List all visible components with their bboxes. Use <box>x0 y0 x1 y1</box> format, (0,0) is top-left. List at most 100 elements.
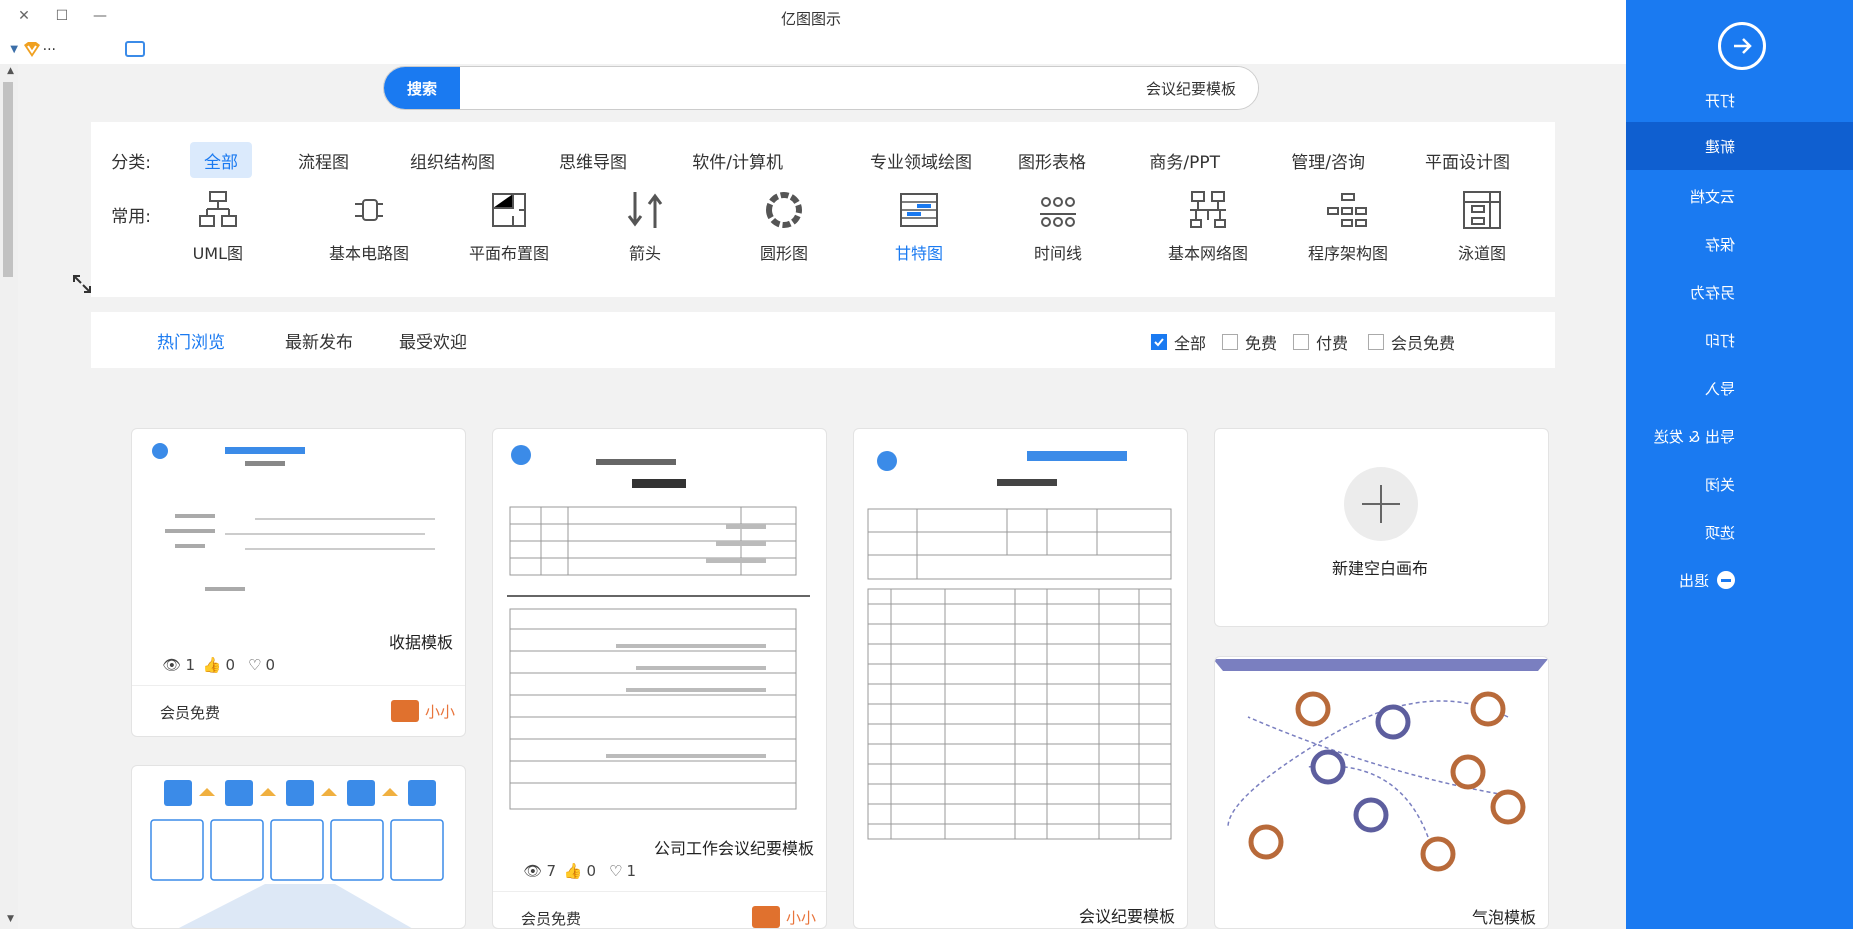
common-circle[interactable]: 圆形图 <box>729 182 839 292</box>
card-title: 新建空白画布 <box>1331 559 1428 578</box>
search-input[interactable] <box>458 67 1258 109</box>
common-arrows[interactable]: 箭头 <box>590 182 700 292</box>
scroll-down-icon[interactable]: ▼ <box>7 914 14 924</box>
category-label: 分类: <box>111 153 151 173</box>
sidebar-item-export[interactable]: 导出 & 发送 <box>1626 412 1853 460</box>
circle-diagram-icon <box>766 192 802 228</box>
filter-all[interactable]: 全部 <box>1150 330 1206 354</box>
like-count[interactable]: 👍 0 <box>564 862 596 880</box>
category-table[interactable]: 图形表格 <box>1004 142 1100 178</box>
like-count[interactable]: 👍 0 <box>203 656 235 674</box>
title-bar: 亿图图示 — ☐ ✕ <box>0 0 1626 36</box>
thumb-up-icon: 👍 <box>202 656 222 674</box>
search-button[interactable]: 搜索 <box>384 67 460 109</box>
expand-icon[interactable] <box>70 272 94 296</box>
template-card-blank[interactable]: 新建空白画布 <box>1214 428 1549 627</box>
category-business-ppt[interactable]: 商务/PPT <box>1135 142 1234 178</box>
app-title: 亿图图示 <box>780 10 841 28</box>
card-title: 气泡模板 <box>1471 908 1536 927</box>
card-title: 收据模板 <box>388 633 453 652</box>
heart-icon: ♡ <box>248 656 262 674</box>
category-software[interactable]: 软件/计算机 <box>678 142 797 178</box>
fav-count[interactable]: ♡ 0 <box>248 656 275 674</box>
sidebar-item-options[interactable]: 选项 <box>1626 508 1853 556</box>
sidebar: 打开 新建 云文档 保存 另存为 打印 导入 导出 & 发送 关闭 选项 退出 <box>1626 0 1853 929</box>
category-graphic-design[interactable]: 平面设计图 <box>1411 142 1524 178</box>
checkbox-icon[interactable] <box>1221 334 1238 350</box>
sidebar-item-print[interactable]: 打印 <box>1626 316 1853 364</box>
uml-icon <box>199 191 237 227</box>
plus-icon[interactable] <box>1344 467 1418 541</box>
template-card-receipt[interactable]: 收据模板 👁 1 👍 0 ♡ 0 小小 会员免费 <box>131 428 466 737</box>
author[interactable]: 小小 <box>751 906 816 928</box>
scroll-thumb[interactable] <box>3 82 13 277</box>
template-card-meeting-b[interactable]: 公司工作会议纪要模板 👁 7 👍 0 ♡ 1 小小 会员免费 <box>492 428 827 929</box>
spoc-thumbnail <box>150 780 444 929</box>
template-card-meeting-a[interactable]: 会议纪要模板 <box>853 428 1188 929</box>
fav-count[interactable]: ♡ 1 <box>609 862 636 880</box>
common-gantt[interactable]: 甘特图 <box>864 182 974 292</box>
timeline-icon <box>1040 197 1076 227</box>
price-label: 会员免费 <box>159 704 220 722</box>
sidebar-item-open[interactable]: 打开 <box>1626 76 1853 124</box>
category-flowchart[interactable]: 流程图 <box>284 142 363 178</box>
common-timeline[interactable]: 时间线 <box>1003 182 1113 292</box>
swimlane-icon <box>1463 191 1501 229</box>
sidebar-item-close[interactable]: 关闭 <box>1626 460 1853 508</box>
feedback-icon[interactable] <box>125 41 145 57</box>
category-professional[interactable]: 专业领域绘图 <box>856 142 986 178</box>
dropdown-arrow-icon[interactable]: ▼ <box>10 44 18 55</box>
sort-hot[interactable]: 热门浏览 <box>157 328 225 353</box>
sidebar-item-exit[interactable]: 退出 <box>1626 556 1853 604</box>
common-floor-plan[interactable]: 平面布置图 <box>454 182 564 292</box>
price-label: 会员免费 <box>520 910 581 928</box>
template-card-bubble[interactable]: 气泡模板 <box>1214 656 1549 929</box>
card-footer: 小小 会员免费 <box>132 685 465 737</box>
circuit-icon <box>355 199 383 221</box>
filter-member-free[interactable]: 会员免费 <box>1367 330 1455 354</box>
checkbox-icon[interactable] <box>1367 334 1384 350</box>
close-icon[interactable]: ✕ <box>12 6 36 26</box>
scroll-up-icon[interactable]: ▲ <box>7 66 14 76</box>
category-org-chart[interactable]: 组织结构图 <box>396 142 509 178</box>
sidebar-item-save-as[interactable]: 另存为 <box>1626 268 1853 316</box>
sidebar-item-import[interactable]: 导入 <box>1626 364 1853 412</box>
card-title: 会议纪要模板 <box>1078 907 1175 926</box>
category-all[interactable]: 全部 <box>190 142 252 178</box>
search-box: 搜索 <box>383 66 1259 110</box>
app-window: 打开 新建 云文档 保存 另存为 打印 导入 导出 & 发送 关闭 选项 退出 … <box>0 0 1853 929</box>
minimize-icon[interactable]: — <box>88 6 112 26</box>
common-uml[interactable]: UML图 <box>163 182 273 292</box>
filter-paid[interactable]: 付费 <box>1292 330 1348 354</box>
checkbox-checked-icon[interactable] <box>1150 334 1167 350</box>
maximize-icon[interactable]: ☐ <box>50 6 74 26</box>
common-program-architecture[interactable]: 程序架构图 <box>1293 182 1403 292</box>
checkbox-icon[interactable] <box>1292 334 1309 350</box>
network-icon <box>1190 191 1226 228</box>
template-card-spoc[interactable] <box>131 765 466 929</box>
common-label: 常用: <box>111 207 151 227</box>
filter-bar: 热门浏览 最新发布 最受欢迎 全部 免费 付费 会员免费 <box>91 312 1555 368</box>
sort-popular[interactable]: 最受欢迎 <box>399 328 467 353</box>
sidebar-item-save[interactable]: 保存 <box>1626 220 1853 268</box>
sidebar-item-cloud[interactable]: 云文档 <box>1626 172 1853 220</box>
main-area: 亿图图示 — ☐ ✕ ... ▼ ▲ ▼ 搜索 分类: 全部 流程图 组织结构图 <box>0 0 1626 929</box>
more-button[interactable]: ... <box>43 38 56 54</box>
common-network[interactable]: 基本网络图 <box>1153 182 1263 292</box>
sidebar-item-new[interactable]: 新建 <box>1626 122 1853 170</box>
author[interactable]: 小小 <box>390 700 455 722</box>
vertical-scrollbar[interactable]: ▲ ▼ <box>0 64 18 929</box>
architecture-icon <box>1327 193 1367 227</box>
category-panel: 分类: 全部 流程图 组织结构图 思维导图 软件/计算机 专业领域绘图 图形表格… <box>91 122 1555 297</box>
category-management[interactable]: 管理/咨询 <box>1277 142 1379 178</box>
common-circuit[interactable]: 基本电路图 <box>314 182 424 292</box>
meeting-doc-thumbnail <box>507 445 810 810</box>
sort-latest[interactable]: 最新发布 <box>285 328 353 353</box>
category-mind-map[interactable]: 思维导图 <box>545 142 641 178</box>
back-arrow-icon[interactable] <box>1718 22 1766 70</box>
filter-free[interactable]: 免费 <box>1221 330 1277 354</box>
meeting-form-thumbnail <box>867 451 1172 840</box>
common-swimlane[interactable]: 泳道图 <box>1427 182 1537 292</box>
avatar <box>390 700 419 722</box>
vip-icon[interactable] <box>23 40 41 58</box>
